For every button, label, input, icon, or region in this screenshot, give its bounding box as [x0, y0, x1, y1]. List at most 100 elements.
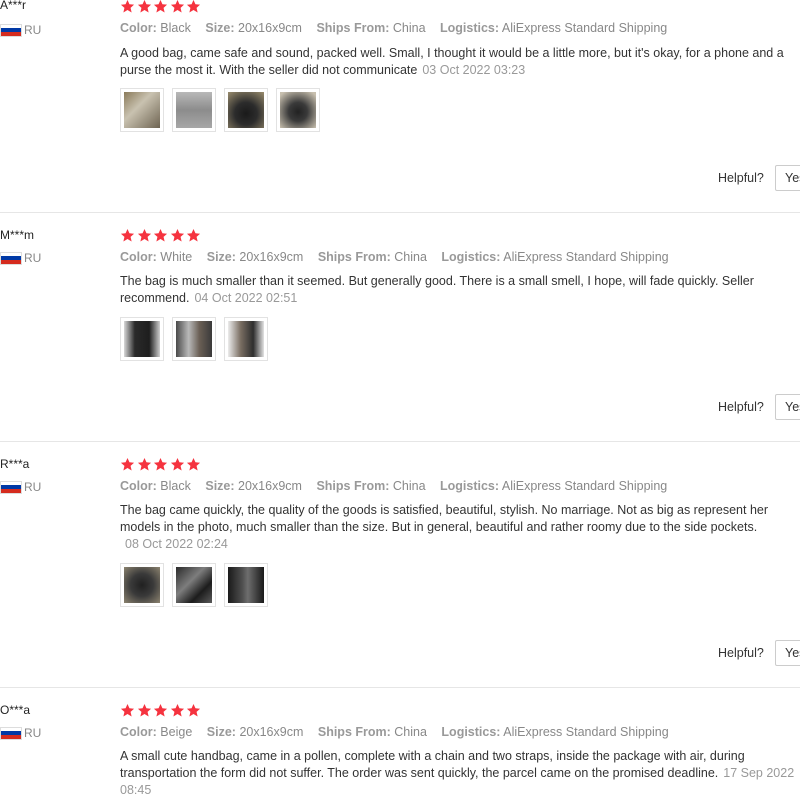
color-value: Beige: [160, 725, 193, 739]
star-rating: [120, 0, 203, 15]
review-attributes: Color: Black Size: 20x16x9cm Ships From:…: [120, 479, 678, 493]
helpful-yes-button[interactable]: Yes: [775, 640, 800, 666]
star-icon: [170, 703, 185, 718]
photo-bag-pocket: [176, 567, 212, 603]
review-attributes: Color: Black Size: 20x16x9cm Ships From:…: [120, 21, 678, 35]
review-photo[interactable]: [224, 88, 268, 132]
photo-bag-gray: [176, 92, 212, 128]
color-label: Color:: [120, 250, 157, 264]
size-value: 20x16x9cm: [238, 21, 302, 35]
size-value: 20x16x9cm: [238, 479, 302, 493]
logistics-label: Logistics:: [440, 21, 500, 35]
ships-from-label: Ships From:: [317, 725, 391, 739]
reviewer-country: RU: [0, 480, 41, 494]
helpful-label: Helpful?: [718, 646, 764, 660]
photo-bag-strap: [280, 92, 316, 128]
photo-bag-back: [228, 567, 264, 603]
ships-from-label: Ships From:: [316, 21, 390, 35]
review-photo[interactable]: [224, 317, 268, 361]
russia-flag-icon: [0, 480, 22, 494]
photo-bag-dark: [124, 321, 160, 357]
size-value: 20x16x9cm: [239, 250, 304, 264]
helpful-label: Helpful?: [718, 171, 764, 185]
logistics-value: AliExpress Standard Shipping: [501, 21, 668, 35]
star-icon: [170, 457, 185, 472]
size-label: Size:: [205, 21, 235, 35]
reviewer-name: R***a: [0, 457, 30, 471]
logistics-value: AliExpress Standard Shipping: [503, 250, 669, 264]
star-icon: [170, 228, 185, 243]
star-icon: [186, 457, 201, 472]
review-photo[interactable]: [120, 563, 164, 607]
star-icon: [186, 703, 201, 718]
review-photo[interactable]: [276, 88, 320, 132]
ships-from-value: China: [394, 725, 427, 739]
review-photo[interactable]: [120, 88, 164, 132]
star-icon: [120, 457, 135, 472]
review-attributes: Color: White Size: 20x16x9cm Ships From:…: [120, 250, 680, 264]
star-icon: [120, 0, 135, 14]
review-attributes: Color: Beige Size: 20x16x9cm Ships From:…: [120, 725, 680, 739]
color-value: White: [160, 250, 193, 264]
star-icon: [120, 228, 135, 243]
ships-from-label: Ships From:: [317, 250, 391, 264]
color-label: Color:: [120, 21, 157, 35]
review-photo[interactable]: [172, 88, 216, 132]
review-body: The bag came quickly, the quality of the…: [120, 503, 769, 534]
reviewer-name: A***r: [0, 0, 27, 12]
logistics-value: AliExpress Standard Shipping: [501, 479, 668, 493]
star-icon: [170, 0, 185, 14]
size-label: Size:: [206, 725, 236, 739]
country-code: RU: [24, 23, 42, 37]
review-photo[interactable]: [224, 563, 268, 607]
logistics-label: Logistics:: [441, 725, 501, 739]
review-text: The bag is much smaller than it seemed. …: [120, 273, 800, 307]
photo-bag-open: [176, 321, 212, 357]
star-icon: [137, 228, 152, 243]
star-icon: [186, 0, 201, 14]
review-text: The bag came quickly, the quality of the…: [120, 502, 800, 553]
color-label: Color:: [120, 479, 157, 493]
reviewer-name: M***m: [0, 228, 35, 242]
photo-bag-black: [228, 92, 264, 128]
logistics-label: Logistics:: [440, 479, 500, 493]
review-text: A small cute handbag, came in a pollen, …: [120, 748, 800, 799]
review-photo[interactable]: [120, 317, 164, 361]
star-rating: [120, 457, 203, 473]
photo-bag-front: [124, 567, 160, 603]
review-photos: [120, 88, 328, 132]
review-photos: [120, 563, 276, 607]
star-icon: [186, 228, 201, 243]
reviewer-country: RU: [0, 251, 41, 265]
review-photo[interactable]: [172, 563, 216, 607]
ships-from-label: Ships From:: [316, 479, 390, 493]
size-value: 20x16x9cm: [239, 725, 304, 739]
logistics-label: Logistics:: [441, 250, 501, 264]
star-rating: [120, 228, 203, 244]
review-body: A small cute handbag, came in a pollen, …: [120, 749, 745, 780]
review-photos: [120, 317, 276, 361]
star-rating: [120, 703, 203, 719]
helpful-yes-button[interactable]: Yes: [775, 165, 800, 191]
photo-bag-wrapped: [124, 92, 160, 128]
logistics-value: AliExpress Standard Shipping: [503, 725, 669, 739]
star-icon: [120, 703, 135, 718]
photo-bag-side: [228, 321, 264, 357]
size-label: Size:: [206, 250, 236, 264]
star-icon: [137, 703, 152, 718]
star-icon: [153, 0, 168, 14]
country-code: RU: [24, 251, 42, 265]
helpful-yes-button[interactable]: Yes: [775, 394, 800, 420]
size-label: Size:: [205, 479, 235, 493]
color-label: Color:: [120, 725, 157, 739]
review-photo[interactable]: [172, 317, 216, 361]
ships-from-value: China: [392, 21, 426, 35]
review-date: 04 Oct 2022 02:51: [194, 291, 298, 305]
russia-flag-icon: [0, 251, 22, 265]
review-divider: [0, 212, 800, 213]
star-icon: [137, 457, 152, 472]
country-code: RU: [24, 726, 42, 740]
country-code: RU: [24, 480, 42, 494]
review-date: 08 Oct 2022 02:24: [125, 537, 228, 551]
ships-from-value: China: [392, 479, 426, 493]
